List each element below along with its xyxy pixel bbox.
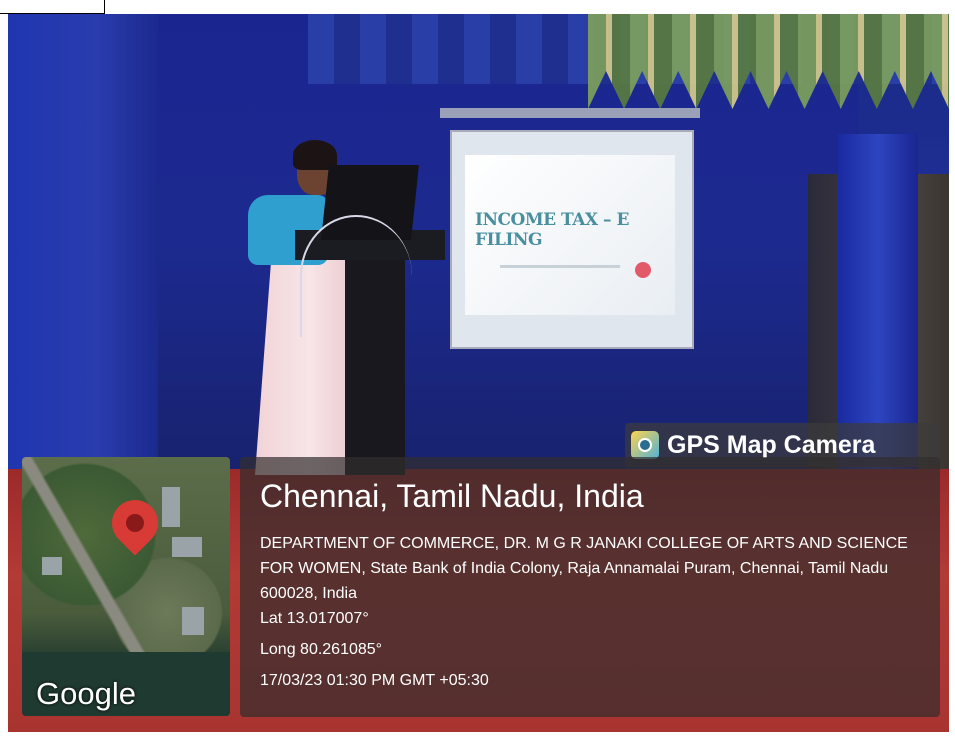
map-building [42,557,62,575]
google-logo: Google [36,676,136,711]
table-cell-divider [104,0,105,14]
map-building [172,537,202,557]
map-pin-center [126,514,144,532]
map-thumbnail: Google [22,457,230,716]
map-building [162,487,180,527]
location-title: Chennai, Tamil Nadu, India [260,478,644,514]
longitude: Long 80.261085° [260,641,383,658]
slide-title: INCOME TAX – E FILING [475,210,629,250]
microphone-cable [300,215,412,337]
photo-frame: INCOME TAX – E FILING GPS Map Camera Goo… [0,0,955,740]
screen-pole [440,108,700,118]
slide-logo [635,262,651,278]
app-name: GPS Map Camera [667,430,876,459]
blue-curtain-left [8,14,158,474]
timestamp: 17/03/23 01:30 PM GMT +05:30 [260,672,489,689]
gps-map-camera-icon [631,431,659,459]
slide-subtitle-line [500,265,620,268]
location-address: DEPARTMENT OF COMMERCE, DR. M G R JANAKI… [260,535,908,602]
table-top-strip [0,0,955,14]
map-building [182,607,204,635]
latitude: Lat 13.017007° [260,610,369,627]
